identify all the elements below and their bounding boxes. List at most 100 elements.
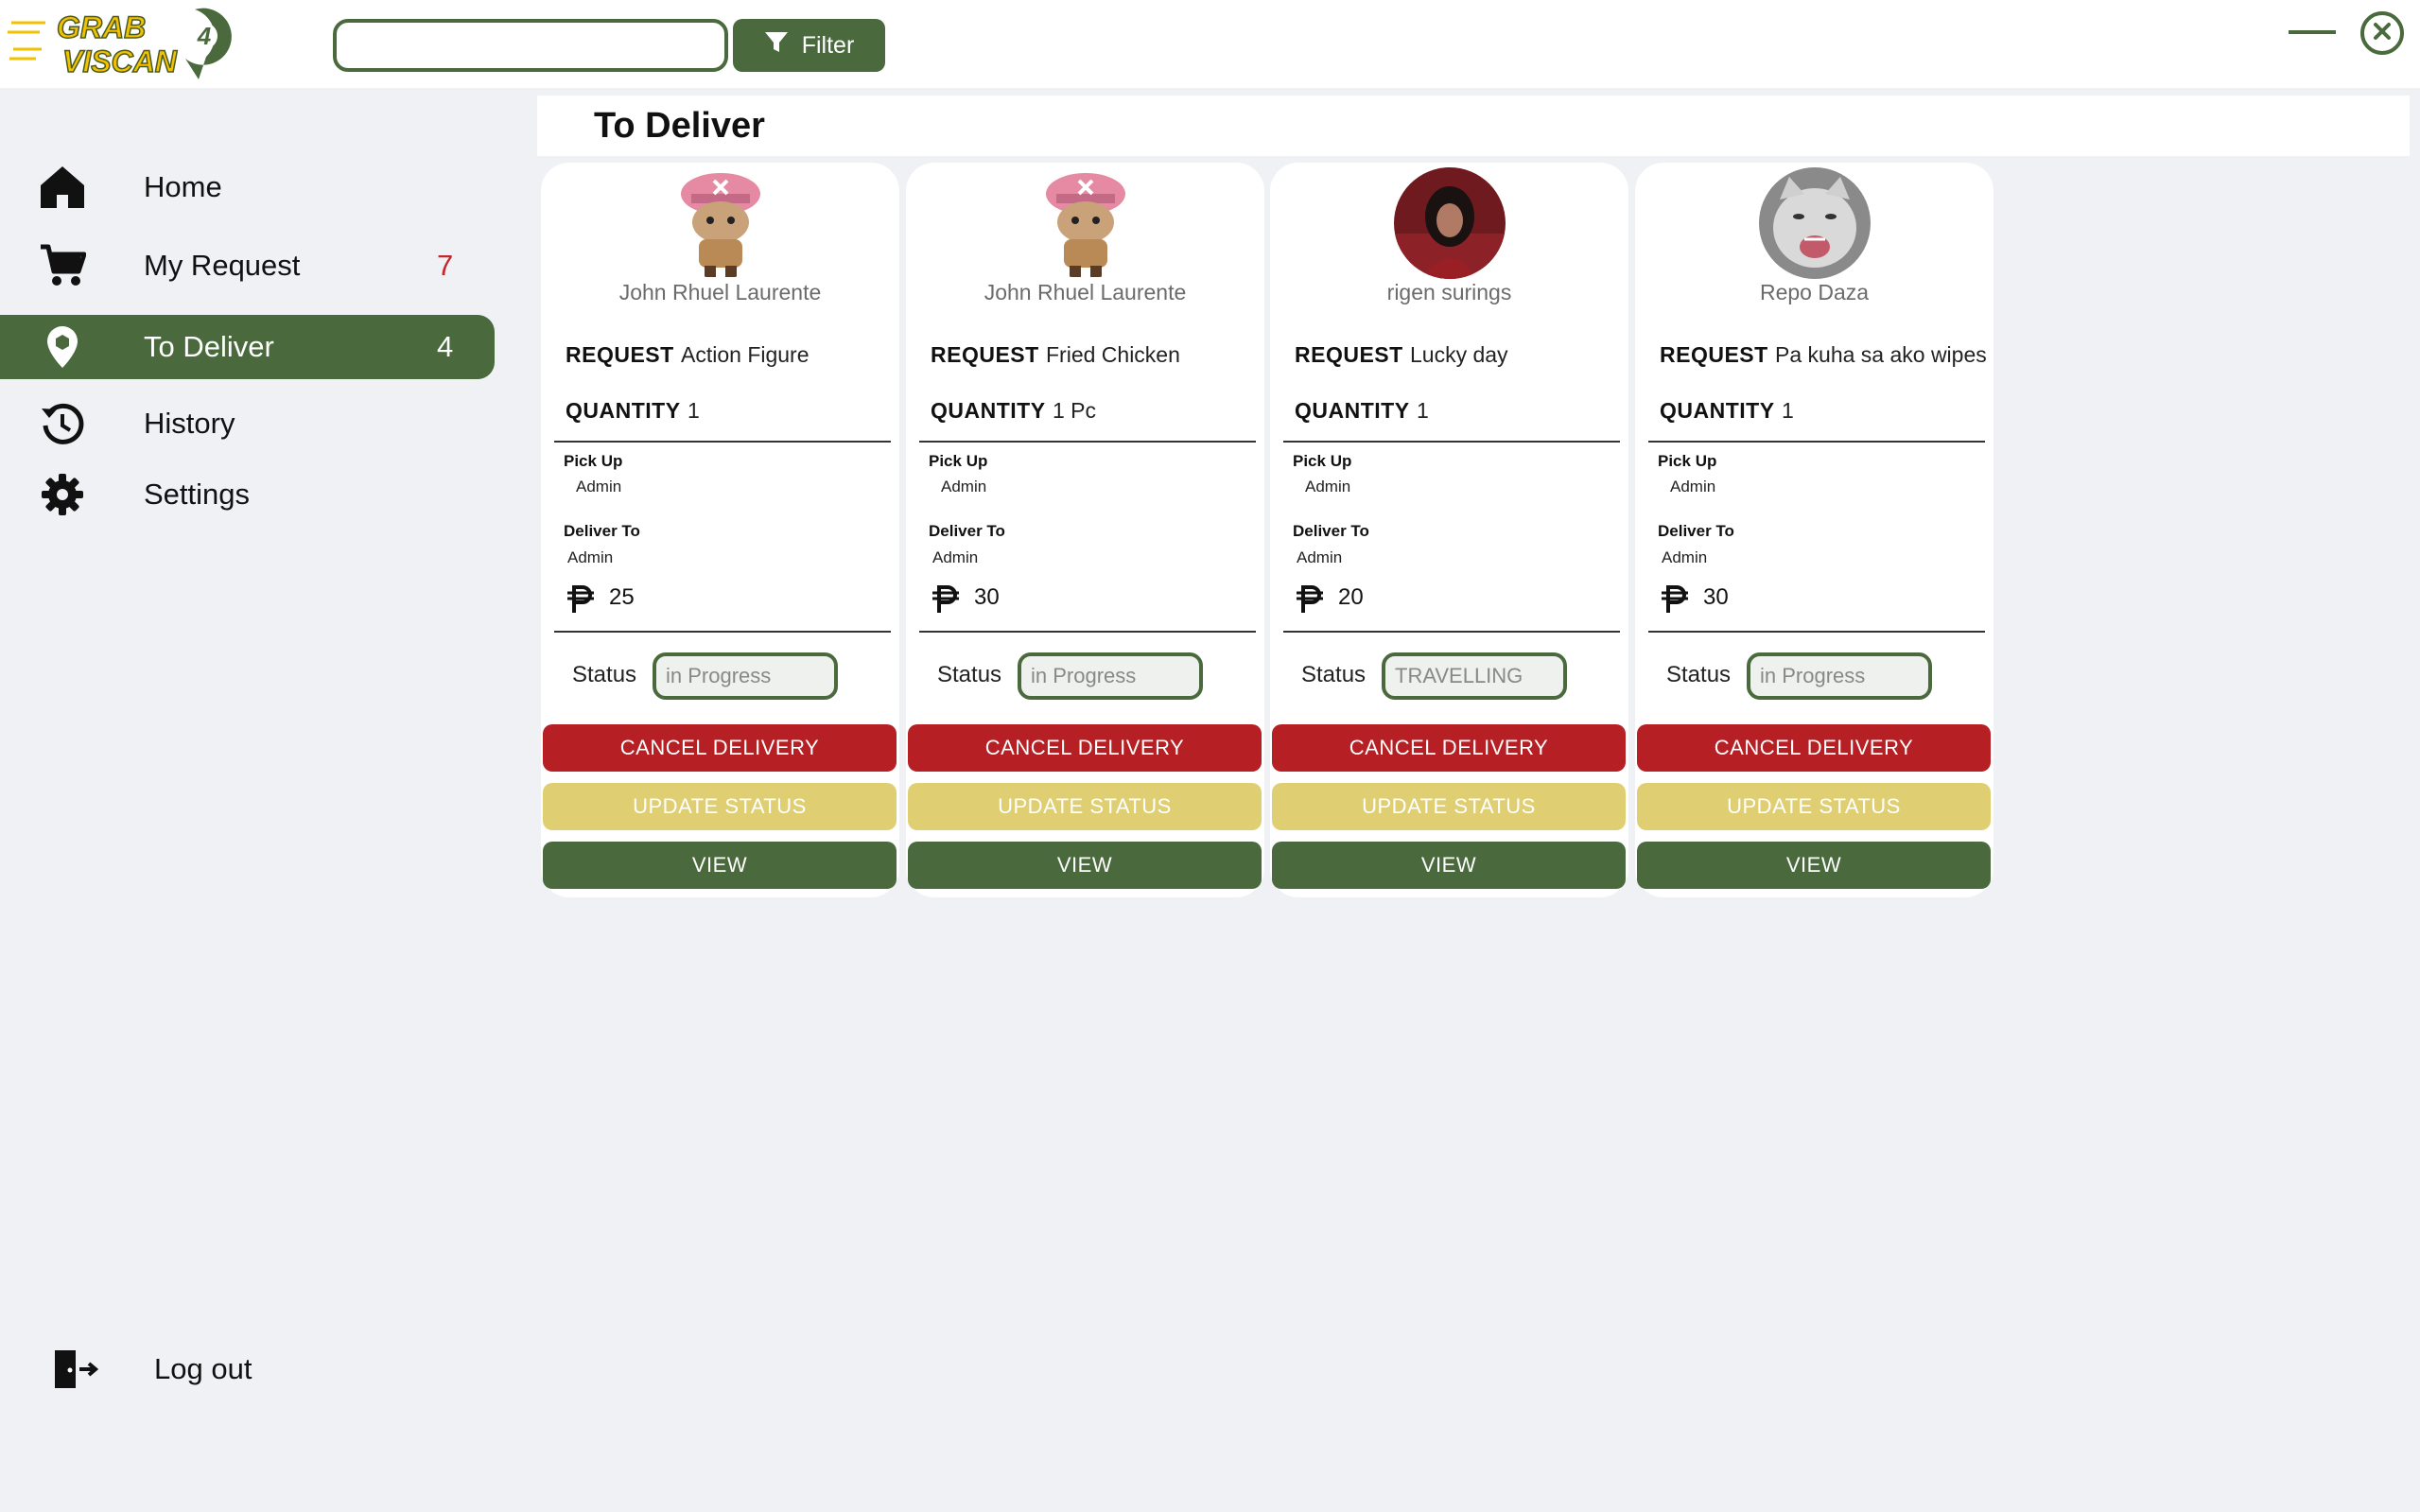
deliver-to-value: Admin [1297, 548, 1343, 566]
divider [1648, 631, 1985, 633]
divider [1648, 441, 1985, 443]
filter-label: Filter [801, 31, 855, 59]
pickup-value: Admin [1670, 478, 1716, 495]
quantity-value: 1 [688, 398, 700, 423]
logout-icon [49, 1345, 99, 1394]
deliver-to-value: Admin [567, 548, 614, 566]
close-icon [2372, 21, 2393, 46]
cancel-delivery-button[interactable]: CANCEL DELIVERY [1272, 724, 1626, 772]
divider [554, 441, 891, 443]
peso-icon [1660, 584, 1690, 615]
pickup-label: Pick Up [1293, 452, 1352, 470]
filter-button[interactable]: Filter [733, 19, 885, 72]
deliver-to-value: Admin [932, 548, 979, 566]
peso-icon [931, 584, 961, 615]
price-value: 20 [1338, 584, 1364, 610]
logout-button[interactable]: Log out [0, 1339, 331, 1399]
home-icon [38, 165, 87, 210]
price-value: 30 [974, 584, 1000, 610]
sidebar-item-label: My Request [144, 249, 301, 282]
chopper-avatar [1030, 167, 1141, 279]
top-bar: 4 GRAB VISCAN Filter [0, 0, 2420, 88]
cancel-delivery-button[interactable]: CANCEL DELIVERY [1637, 724, 1991, 772]
close-button[interactable] [2360, 11, 2404, 55]
status-field[interactable] [1747, 652, 1932, 700]
sidebar-item-history[interactable]: History [0, 391, 495, 456]
quantity-label: QUANTITY [1660, 398, 1775, 423]
request-label: REQUEST [566, 342, 674, 367]
quantity-value: 1 [1417, 398, 1429, 423]
pickup-label: Pick Up [1658, 452, 1717, 470]
page-title: To Deliver [594, 106, 765, 146]
status-field[interactable] [1382, 652, 1567, 700]
chopper-avatar [665, 167, 776, 279]
app-logo: 4 GRAB VISCAN [8, 2, 244, 83]
svg-text:VISCAN: VISCAN [62, 44, 178, 78]
delivery-pin-icon [38, 324, 87, 370]
view-button[interactable]: VIEW [543, 842, 897, 889]
sidebar-item-label: To Deliver [144, 330, 274, 363]
divider [919, 441, 1256, 443]
status-label: Status [937, 662, 1002, 687]
deliver-to-label: Deliver To [1658, 522, 1734, 540]
title-bar [537, 96, 2410, 156]
request-label: REQUEST [1660, 342, 1768, 367]
price-value: 25 [609, 584, 635, 610]
request-count-badge: 7 [437, 249, 454, 282]
history-icon [38, 401, 87, 446]
sidebar-item-label: Home [144, 170, 222, 203]
divider [919, 631, 1256, 633]
request-value: Lucky day [1410, 342, 1508, 367]
delivery-card: John Rhuel Laurente REQUEST Action Figur… [541, 163, 899, 897]
divider [1283, 631, 1620, 633]
filter-icon [764, 30, 789, 61]
quantity-label: QUANTITY [566, 398, 681, 423]
cat-photo-avatar [1759, 167, 1871, 279]
gear-icon [38, 472, 87, 517]
request-value: Action Figure [681, 342, 810, 367]
status-field[interactable] [1018, 652, 1203, 700]
cancel-delivery-button[interactable]: CANCEL DELIVERY [908, 724, 1262, 772]
update-status-button[interactable]: UPDATE STATUS [543, 783, 897, 830]
divider [1283, 441, 1620, 443]
deliver-count-badge: 4 [437, 330, 454, 363]
sidebar-item-settings[interactable]: Settings [0, 462, 495, 527]
status-label: Status [1666, 662, 1732, 687]
price-value: 30 [1703, 584, 1729, 610]
minimize-button[interactable] [2289, 17, 2336, 45]
view-button[interactable]: VIEW [908, 842, 1262, 889]
update-status-button[interactable]: UPDATE STATUS [1272, 783, 1626, 830]
pickup-label: Pick Up [564, 452, 623, 470]
quantity-value: 1 Pc [1053, 398, 1097, 423]
search-input[interactable] [333, 19, 728, 72]
sidebar-item-my-request[interactable]: My Request 7 [0, 234, 495, 298]
peso-icon [1295, 584, 1325, 615]
status-field[interactable] [653, 652, 838, 700]
peso-icon [566, 584, 596, 615]
update-status-button[interactable]: UPDATE STATUS [1637, 783, 1991, 830]
pickup-value: Admin [1305, 478, 1351, 495]
requester-name: John Rhuel Laurente [618, 280, 822, 304]
cancel-delivery-button[interactable]: CANCEL DELIVERY [543, 724, 897, 772]
sidebar-item-home[interactable]: Home [0, 155, 495, 219]
view-button[interactable]: VIEW [1637, 842, 1991, 889]
sidebar-item-label: Settings [144, 478, 251, 511]
svg-text:4: 4 [197, 22, 212, 50]
requester-name: John Rhuel Laurente [984, 280, 1187, 304]
request-value: Pa kuha sa ako wipes [1775, 342, 1987, 367]
pickup-value: Admin [576, 478, 622, 495]
pickup-label: Pick Up [929, 452, 988, 470]
view-button[interactable]: VIEW [1272, 842, 1626, 889]
pickup-value: Admin [941, 478, 987, 495]
svg-text:GRAB: GRAB [57, 10, 146, 44]
deliver-to-label: Deliver To [564, 522, 640, 540]
person-photo-avatar [1394, 167, 1506, 279]
update-status-button[interactable]: UPDATE STATUS [908, 783, 1262, 830]
request-value: Fried Chicken [1046, 342, 1180, 367]
quantity-label: QUANTITY [931, 398, 1046, 423]
requester-name: rigen surings [1386, 280, 1512, 304]
requester-name: Repo Daza [1759, 280, 1870, 304]
delivery-card: Repo Daza REQUEST Pa kuha sa ako wipes Q… [1635, 163, 1993, 897]
sidebar-item-to-deliver[interactable]: To Deliver 4 [0, 315, 495, 379]
logout-label: Log out [154, 1352, 252, 1385]
